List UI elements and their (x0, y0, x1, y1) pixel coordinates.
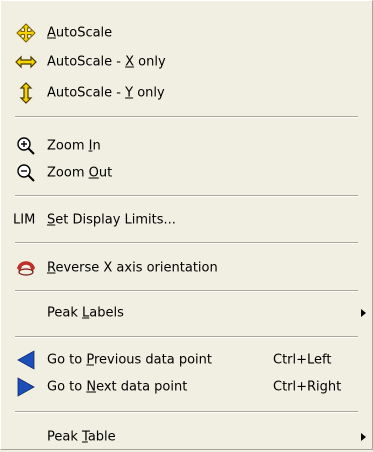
menu-item-label: AutoScale - Y only (47, 85, 165, 101)
menu-item-autoscale-y[interactable]: AutoScale - Y only (1, 78, 372, 108)
shortcut-label: Ctrl+Left (273, 352, 332, 368)
menu-item-reverse-x[interactable]: Reverse X axis orientation (1, 253, 372, 283)
move-arrows-icon (15, 22, 37, 44)
menu-item-next-data-point[interactable]: Go to Next data point Ctrl+Right (1, 372, 372, 402)
menu-item-peak-table[interactable]: Peak Table (1, 422, 372, 452)
menu-item-label: Peak Table (47, 429, 116, 445)
menu-separator (15, 290, 358, 292)
triangle-left-icon (15, 349, 37, 371)
menu-item-set-display-limits[interactable]: LIM Set Display Limits... (1, 205, 372, 235)
menu-item-label: Reverse X axis orientation (47, 260, 218, 276)
menu-item-zoom-out[interactable]: Zoom Out (1, 158, 372, 188)
menu-item-label: AutoScale (47, 25, 113, 41)
context-menu: AutoScale AutoScale - X only AutoScale -… (0, 0, 373, 450)
menu-item-label: Peak Labels (47, 305, 124, 321)
menu-item-label: AutoScale - X only (47, 54, 166, 70)
zoom-out-icon (15, 162, 37, 184)
menu-item-autoscale-x[interactable]: AutoScale - X only (1, 47, 372, 77)
submenu-arrow-icon (361, 309, 366, 317)
menu-separator (15, 411, 358, 413)
menu-separator (15, 116, 358, 118)
menu-item-label: Set Display Limits... (47, 212, 176, 228)
vertical-double-arrow-icon (15, 82, 37, 104)
menu-item-zoom-in[interactable]: Zoom In (1, 131, 372, 161)
menu-item-label: Go to Next data point (47, 379, 188, 395)
zoom-in-icon (15, 135, 37, 157)
menu-item-label: Zoom Out (47, 165, 113, 181)
shortcut-label: Ctrl+Right (273, 379, 342, 395)
triangle-right-icon (15, 376, 37, 398)
menu-item-autoscale[interactable]: AutoScale (1, 18, 372, 48)
horizontal-double-arrow-icon (15, 51, 37, 73)
menu-item-label: Zoom In (47, 138, 101, 154)
menu-separator (15, 195, 358, 197)
menu-item-label: Go to Previous data point (47, 352, 212, 368)
menu-separator (15, 242, 358, 244)
menu-item-previous-data-point[interactable]: Go to Previous data point Ctrl+Left (1, 345, 372, 375)
menu-separator (15, 336, 358, 338)
menu-item-peak-labels[interactable]: Peak Labels (1, 298, 372, 328)
submenu-arrow-icon (361, 433, 366, 441)
lim-icon: LIM (13, 212, 36, 228)
reverse-arrow-icon (15, 257, 37, 279)
